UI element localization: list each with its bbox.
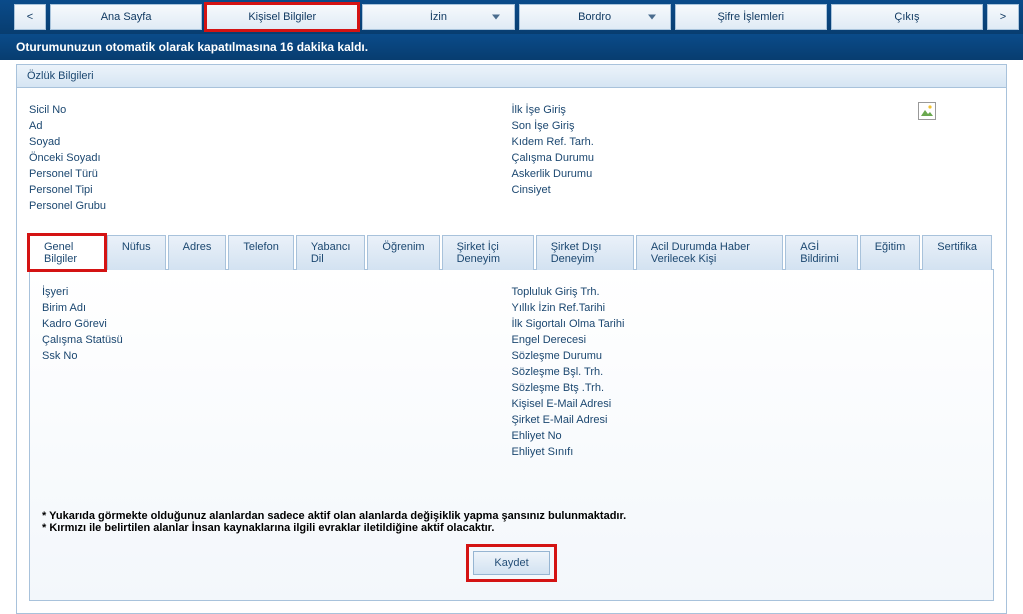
top-nav: < Ana SayfaKişisel BilgilerİzinBordroŞif…	[0, 0, 1023, 34]
info-right-label-5: Cinsiyet	[512, 182, 995, 198]
info-left-label-1: Ad	[29, 118, 512, 134]
info-left-label-3: Önceki Soyadı	[29, 150, 512, 166]
general-right-label-8: Şirket E-Mail Adresi	[512, 412, 982, 428]
tab-şirket-dışı-deneyim[interactable]: Şirket Dışı Deneyim	[536, 235, 634, 270]
general-right-label-10: Ehliyet Sınıfı	[512, 444, 982, 460]
tab-eğitim[interactable]: Eğitim	[860, 235, 921, 270]
save-button-highlight: Kaydet	[466, 544, 556, 582]
tab-öğrenim[interactable]: Öğrenim	[367, 235, 439, 270]
chevron-down-icon	[492, 15, 500, 20]
general-right-label-7: Kişisel E-Mail Adresi	[512, 396, 982, 412]
general-right-label-5: Sözleşme Bşl. Trh.	[512, 364, 982, 380]
general-right-label-2: İlk Sigortalı Olma Tarihi	[512, 316, 982, 332]
info-left-label-0: Sicil No	[29, 102, 512, 118]
nav-item-çıkış[interactable]: Çıkış	[831, 4, 983, 30]
general-right-label-6: Sözleşme Btş .Trh.	[512, 380, 982, 396]
info-left-label-2: Soyad	[29, 134, 512, 150]
general-right-label-4: Sözleşme Durumu	[512, 348, 982, 364]
note-line-2: * Kırmızı ile belirtilen alanlar İnsan k…	[42, 522, 981, 534]
chevron-down-icon	[648, 15, 656, 20]
personnel-panel: Özlük Bilgileri Sicil NoAdSoyadÖnceki So…	[16, 64, 1007, 614]
panel-title: Özlük Bilgileri	[17, 65, 1006, 88]
info-left-label-5: Personel Tipi	[29, 182, 512, 198]
general-right-label-9: Ehliyet No	[512, 428, 982, 444]
photo-placeholder-icon	[918, 102, 936, 123]
info-right-label-2: Kıdem Ref. Tarh.	[512, 134, 995, 150]
tab-agi̇-bildirimi[interactable]: AGİ Bildirimi	[785, 235, 857, 270]
general-right-label-1: Yıllık İzin Ref.Tarihi	[512, 300, 982, 316]
general-left-label-4: Ssk No	[42, 348, 512, 364]
note-line-1: * Yukarıda görmekte olduğunuz alanlardan…	[42, 510, 981, 522]
general-left-label-3: Çalışma Statüsü	[42, 332, 512, 348]
tab-adres[interactable]: Adres	[168, 235, 227, 270]
tab-yabancı-dil[interactable]: Yabancı Dil	[296, 235, 366, 270]
general-right-label-3: Engel Derecesi	[512, 332, 982, 348]
general-left-label-0: İşyeri	[42, 284, 512, 300]
nav-next-button[interactable]: >	[987, 4, 1019, 30]
tab-nüfus[interactable]: Nüfus	[107, 235, 166, 270]
tab-telefon[interactable]: Telefon	[228, 235, 293, 270]
info-right-label-3: Çalışma Durumu	[512, 150, 995, 166]
general-right-label-0: Topluluk Giriş Trh.	[512, 284, 982, 300]
nav-item-şifre-i̇şlemleri[interactable]: Şifre İşlemleri	[675, 4, 827, 30]
nav-item-ana-sayfa[interactable]: Ana Sayfa	[50, 4, 202, 30]
info-left-label-4: Personel Türü	[29, 166, 512, 182]
nav-item-kişisel-bilgiler[interactable]: Kişisel Bilgiler	[206, 4, 358, 30]
info-left-label-6: Personel Grubu	[29, 198, 512, 214]
tab-content: İşyeriBirim AdıKadro GöreviÇalışma Statü…	[29, 270, 994, 601]
nav-prev-button[interactable]: <	[14, 4, 46, 30]
nav-item-bordro[interactable]: Bordro	[519, 4, 671, 30]
info-right-label-4: Askerlik Durumu	[512, 166, 995, 182]
tab-sertifika[interactable]: Sertifika	[922, 235, 992, 270]
tab-genel-bilgiler[interactable]: Genel Bilgiler	[29, 235, 105, 270]
save-button[interactable]: Kaydet	[473, 551, 549, 575]
session-timeout-message: Oturumunuzun otomatik olarak kapatılması…	[0, 34, 1023, 60]
tab-şirket-i̇çi-deneyim[interactable]: Şirket İçi Deneyim	[442, 235, 534, 270]
tabs: Genel BilgilerNüfusAdresTelefonYabancı D…	[29, 234, 994, 270]
tab-acil-durumda-haber-verilecek-kişi[interactable]: Acil Durumda Haber Verilecek Kişi	[636, 235, 783, 270]
general-left-label-2: Kadro Görevi	[42, 316, 512, 332]
nav-item-i̇zin[interactable]: İzin	[362, 4, 514, 30]
general-left-label-1: Birim Adı	[42, 300, 512, 316]
